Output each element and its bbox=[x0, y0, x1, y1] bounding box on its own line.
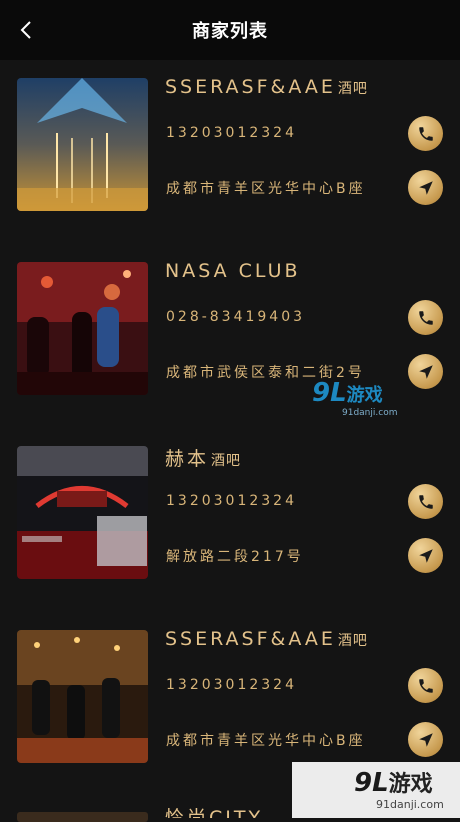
call-button[interactable] bbox=[408, 300, 443, 335]
page-title: 商家列表 bbox=[192, 21, 268, 42]
navigation-arrow-icon bbox=[418, 548, 433, 563]
call-button[interactable] bbox=[408, 668, 443, 703]
navigation-arrow-icon bbox=[418, 180, 433, 195]
merchant-address: 成都市青羊区光华中心B座 bbox=[166, 181, 366, 197]
merchant-name: SSERASF&AAE 酒吧 bbox=[165, 76, 368, 98]
back-button[interactable] bbox=[14, 18, 38, 42]
call-button[interactable] bbox=[408, 116, 443, 151]
merchant-photo bbox=[17, 812, 148, 822]
list-item[interactable]: SSERASF&AAE 酒吧 13203012324 成都市青羊区光华中心B座 bbox=[0, 60, 460, 244]
merchant-photo bbox=[17, 446, 148, 579]
call-button[interactable] bbox=[408, 484, 443, 519]
merchant-photo bbox=[17, 262, 148, 395]
phone-icon bbox=[418, 310, 433, 325]
navigate-button[interactable] bbox=[408, 170, 443, 205]
merchant-phone: 028-83419403 bbox=[166, 309, 306, 325]
merchant-phone: 13203012324 bbox=[166, 493, 297, 509]
merchant-address: 成都市青羊区光华中心B座 bbox=[166, 733, 366, 749]
merchant-phone: 13203012324 bbox=[166, 677, 297, 693]
list-item[interactable]: 赫本 酒吧 13203012324 解放路二段217号 bbox=[0, 428, 460, 612]
merchant-name: SSERASF&AAE 酒吧 bbox=[165, 628, 368, 650]
merchant-address: 解放路二段217号 bbox=[166, 549, 304, 565]
navigate-button[interactable] bbox=[408, 538, 443, 573]
watermark: 9L游戏 91danji.com bbox=[312, 378, 398, 418]
navigate-button[interactable] bbox=[408, 722, 443, 757]
phone-icon bbox=[418, 494, 433, 509]
merchant-name: 赫本 酒吧 bbox=[165, 448, 242, 470]
phone-icon bbox=[418, 126, 433, 141]
merchant-name: 怜尚CITY bbox=[165, 807, 264, 818]
phone-icon bbox=[418, 678, 433, 693]
merchant-photo bbox=[17, 78, 148, 211]
navigate-button[interactable] bbox=[408, 354, 443, 389]
header-bar: 商家列表 bbox=[0, 0, 460, 60]
navigation-arrow-icon bbox=[418, 732, 433, 747]
chevron-left-icon bbox=[20, 21, 31, 39]
merchant-name: NASA CLUB bbox=[165, 260, 301, 282]
merchant-photo bbox=[17, 630, 148, 763]
navigation-arrow-icon bbox=[418, 364, 433, 379]
merchant-phone: 13203012324 bbox=[166, 125, 297, 141]
watermark-logo: 9L游戏 91danji.com bbox=[292, 762, 460, 818]
merchant-list: SSERASF&AAE酒吧 13203012324 成都市青羊区光华中心B座 bbox=[0, 60, 460, 796]
